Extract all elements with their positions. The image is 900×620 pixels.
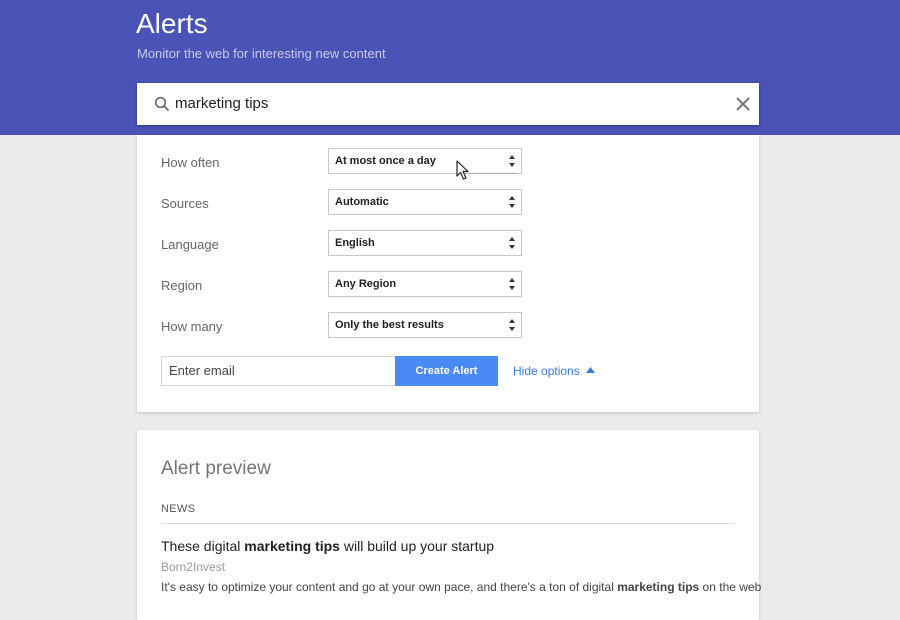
hide-options-link[interactable]: Hide options [513,364,580,378]
sources-select[interactable]: Automatic [328,189,522,215]
mouse-cursor-icon [456,160,469,180]
caret-up-icon[interactable] [586,367,595,373]
search-input[interactable]: marketing tips [175,95,268,112]
region-select[interactable]: Any Region [328,271,522,297]
result-title-post: will build up your startup [339,538,495,554]
result-title-bold: marketing tips [244,538,340,554]
result-source: Born2Invest [161,560,226,574]
language-label: Language [161,237,219,252]
how-many-value: Only the best results [335,319,444,331]
how-often-value: At most once a day [335,155,436,167]
snippet-bold: marketing tips [617,580,700,594]
create-alert-button[interactable]: Create Alert [395,356,498,386]
email-field[interactable]: Enter email [161,356,396,386]
snippet-pre: It's easy to optimize your content and g… [161,580,618,594]
how-many-label: How many [161,319,223,334]
dotted-underline [465,173,517,174]
chevron-updown-icon [509,278,515,290]
chevron-updown-icon [509,319,515,331]
alert-options-panel: How often At most once a day Sources Aut… [137,135,759,412]
language-value: English [335,237,375,249]
page-title: Alerts [136,8,208,39]
close-icon[interactable] [735,96,751,112]
divider [161,523,735,524]
snippet-post: on the web [699,580,762,594]
alert-preview-panel: Alert preview NEWS These digital marketi… [137,430,761,620]
chevron-updown-icon [509,196,515,208]
search-icon [154,96,170,112]
result-title-pre: These digital [161,538,245,554]
sources-value: Automatic [335,196,389,208]
result-title-link[interactable]: These digital marketing tips will build … [161,538,494,554]
chevron-updown-icon [509,155,515,167]
chevron-updown-icon [509,237,515,249]
search-box[interactable]: marketing tips [137,83,759,125]
result-snippet: It's easy to optimize your content and g… [161,580,761,594]
sources-label: Sources [161,196,209,211]
language-select[interactable]: English [328,230,522,256]
how-often-label: How often [161,155,220,170]
region-value: Any Region [335,278,397,290]
how-many-select[interactable]: Only the best results [328,312,522,338]
how-often-select[interactable]: At most once a day [328,148,522,174]
preview-title: Alert preview [161,458,271,479]
region-label: Region [161,278,203,293]
page-subtitle: Monitor the web for interesting new cont… [137,46,386,61]
news-section-label: NEWS [161,503,196,515]
